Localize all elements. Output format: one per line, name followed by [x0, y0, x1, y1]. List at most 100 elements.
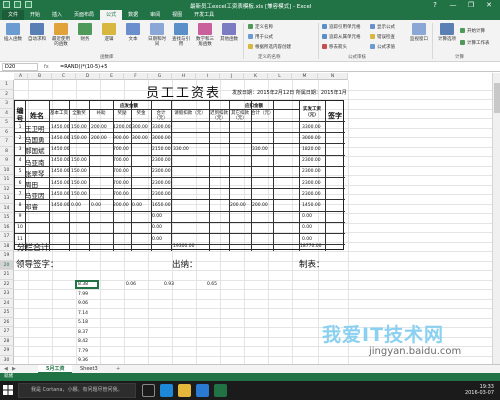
table-cell-sub[interactable]: 200.00 — [91, 136, 107, 141]
row-header[interactable]: 20 — [0, 260, 14, 270]
table-cell-leave[interactable]: 330.00 — [173, 147, 189, 152]
row-header[interactable]: 4 — [0, 108, 14, 118]
table-cell-reward[interactable]: 700.00 — [113, 147, 129, 152]
tab-insert[interactable]: 插入 — [46, 10, 68, 20]
date-time-button[interactable]: 日期和时间 — [146, 23, 168, 47]
row-header[interactable]: 23 — [0, 289, 14, 299]
table-cell-base[interactable]: 1450.00 — [51, 169, 70, 174]
table-cell-full[interactable]: 150.00 — [71, 169, 87, 174]
define-name-button[interactable]: 定义名称 — [248, 24, 273, 30]
table-cell-no[interactable]: 3 — [15, 147, 25, 152]
column-header[interactable]: K — [244, 73, 268, 80]
table-cell-total[interactable]: 0.00 — [152, 214, 162, 219]
excel-taskbar-icon[interactable] — [214, 384, 227, 397]
text-button[interactable]: 文本 — [122, 23, 144, 42]
column-header[interactable]: L — [268, 73, 292, 80]
undo-icon[interactable] — [14, 1, 21, 8]
table-cell-actual[interactable]: 2300.00 — [302, 181, 321, 186]
table-cell-name[interactable]: 马国勇 — [25, 134, 45, 144]
table-cell-bonus[interactable]: 300.00 — [132, 125, 148, 130]
random-value-cell[interactable]: 7.79 — [78, 349, 88, 354]
tab-view[interactable]: 视图 — [166, 10, 188, 20]
random-value-cell[interactable]: 5.18 — [78, 320, 88, 325]
table-cell-no[interactable]: 1 — [15, 125, 25, 130]
tab-data[interactable]: 数据 — [122, 10, 144, 20]
prev-sheet-icon[interactable]: ◀ — [4, 366, 8, 372]
edge-icon[interactable] — [160, 384, 173, 397]
table-cell-total[interactable]: 3300.00 — [152, 125, 171, 130]
store-icon[interactable] — [196, 384, 209, 397]
next-sheet-icon[interactable]: ▶ — [12, 366, 16, 372]
table-cell-name[interactable]: 马亚南 — [25, 157, 45, 167]
save-icon[interactable] — [3, 1, 10, 8]
row-header[interactable]: 1 — [0, 80, 14, 90]
column-header[interactable]: A — [14, 73, 28, 80]
table-cell-full[interactable]: 150.00 — [71, 125, 87, 130]
table-cell-full[interactable]: 150.00 — [71, 181, 87, 186]
table-cell-name[interactable]: 张翠琴 — [25, 168, 45, 178]
table-cell-name[interactable]: 王卫明 — [25, 123, 45, 133]
row-header[interactable]: 13 — [0, 194, 14, 204]
autosum-button[interactable]: 自动求和 — [26, 23, 48, 42]
tab-formulas[interactable]: 公式 — [100, 10, 123, 20]
table-cell-full[interactable]: 150.00 — [71, 192, 87, 197]
table-cell-base[interactable]: 1450.00 — [51, 181, 70, 186]
random-value-cell[interactable]: 0.06 — [126, 282, 136, 287]
table-cell-actual[interactable]: 1820.00 — [302, 147, 321, 152]
restore-button[interactable]: ❐ — [462, 0, 480, 10]
table-cell-name[interactable]: 邓睿 — [25, 201, 38, 211]
row-header[interactable]: 19 — [0, 251, 14, 261]
column-header[interactable]: N — [318, 73, 348, 80]
table-cell-no[interactable]: 7 — [15, 192, 25, 197]
table-cell-bonus[interactable]: 0.00 — [132, 203, 142, 208]
calc-options-button[interactable]: 计算选项 — [436, 23, 458, 42]
random-value-cell[interactable]: 9.36 — [78, 358, 88, 363]
row-header[interactable]: 14 — [0, 203, 14, 213]
row-header[interactable]: 22 — [0, 279, 14, 289]
table-cell-actual[interactable]: 2300.00 — [302, 169, 321, 174]
table-cell-total[interactable]: 2150.00 — [152, 147, 171, 152]
active-cell[interactable] — [75, 280, 99, 289]
table-cell-name[interactable]: 周田 — [25, 179, 38, 189]
table-cell-total[interactable]: 2300.00 — [152, 158, 171, 163]
table-cell-total[interactable]: 2300.00 — [152, 181, 171, 186]
formula-input[interactable]: =RAND()*(10-5)+5 — [60, 63, 108, 71]
logical-button[interactable]: 逻辑 — [98, 23, 120, 42]
row-header[interactable]: 17 — [0, 232, 14, 242]
create-from-selection-button[interactable]: 根据所选内容创建 — [248, 44, 291, 50]
table-cell-no[interactable]: 6 — [15, 181, 25, 186]
tab-page-layout[interactable]: 页面布局 — [68, 10, 100, 20]
table-cell-no[interactable]: 11 — [15, 237, 25, 242]
table-cell-full[interactable]: 0.00 — [71, 203, 81, 208]
row-header[interactable]: 6 — [0, 127, 14, 137]
trace-precedents-button[interactable]: 追踪引用单元格 — [322, 24, 361, 30]
table-cell-total[interactable]: 0.00 — [152, 225, 162, 230]
column-header[interactable]: M — [292, 73, 318, 80]
row-header[interactable]: 12 — [0, 184, 14, 194]
column-header[interactable]: J — [220, 73, 244, 80]
table-cell-full[interactable]: 150.00 — [71, 136, 87, 141]
table-cell-total[interactable]: 2300.00 — [152, 192, 171, 197]
windows-start-icon[interactable] — [3, 385, 13, 395]
tab-developer[interactable]: 开发工具 — [188, 10, 220, 20]
table-cell-actual[interactable]: 3300.00 — [302, 125, 321, 130]
error-checking-button[interactable]: 错误检查 — [370, 34, 395, 40]
row-header[interactable]: 26 — [0, 317, 14, 327]
file-explorer-icon[interactable] — [178, 384, 191, 397]
column-header[interactable]: B — [28, 73, 52, 80]
table-cell-base[interactable]: 1450.00 — [51, 192, 70, 197]
worksheet[interactable]: 员工工资表 发放日期：2015年2月12日 所属日期：2015年1月 编号 姓名… — [14, 80, 492, 364]
table-cell-total[interactable]: 1650.00 — [152, 203, 171, 208]
random-value-cell[interactable]: 8.42 — [78, 339, 88, 344]
column-header[interactable]: E — [100, 73, 124, 80]
table-cell-no[interactable]: 4 — [15, 158, 25, 163]
table-cell-actual[interactable]: 0.00 — [302, 225, 312, 230]
trace-dependents-button[interactable]: 追踪从属单元格 — [322, 34, 361, 40]
table-cell-no[interactable]: 9 — [15, 214, 25, 219]
help-button[interactable]: ? — [426, 0, 444, 10]
table-cell-no[interactable]: 5 — [15, 169, 25, 174]
column-header[interactable]: D — [76, 73, 100, 80]
table-cell-reward[interactable]: 200.00 — [113, 203, 129, 208]
close-button[interactable]: ✕ — [480, 0, 498, 10]
name-box[interactable]: D20 — [2, 63, 38, 71]
